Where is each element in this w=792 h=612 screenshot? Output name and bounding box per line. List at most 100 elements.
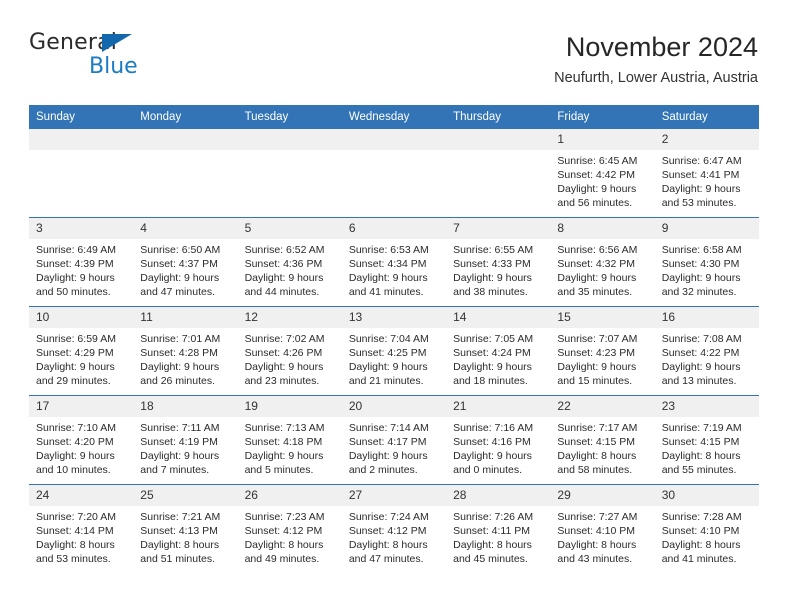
day-details: Sunrise: 7:07 AM Sunset: 4:23 PM Daylight:… [550, 328, 654, 388]
daylight-text-line1: Daylight: 8 hours [140, 539, 220, 552]
calendar-day-cell[interactable]: 5 Sunrise: 6:52 AM Sunset: 4:36 PM Daylight… [237, 217, 342, 307]
calendar-day-cell[interactable]: 3 Sunrise: 6:49 AM Sunset: 4:39 PM Daylight… [29, 217, 134, 307]
daylight-text-line2: and 41 minutes. [348, 286, 424, 299]
sunset-text: Sunset: 4:33 PM [453, 258, 531, 271]
calendar-day-cell[interactable]: 29 Sunrise: 7:27 AM Sunset: 4:10 PM Dayligh… [550, 484, 655, 573]
daylight-text-line2: and 7 minutes. [140, 464, 210, 477]
daylight-text-line1: Daylight: 8 hours [661, 450, 741, 463]
calendar-day-cell[interactable]: 23 Sunrise: 7:19 AM Sunset: 4:15 PM Dayligh… [654, 395, 759, 485]
day-cell-inner: 28 Sunrise: 7:26 AM Sunset: 4:11 PM Dayligh… [446, 485, 551, 573]
sunset-text: Sunset: 4:19 PM [140, 436, 218, 449]
calendar-day-cell[interactable]: 21 Sunrise: 7:16 AM Sunset: 4:16 PM Dayligh… [446, 395, 551, 485]
daylight-text-line2: and 53 minutes. [36, 553, 111, 566]
day-details: Sunrise: 7:20 AM Sunset: 4:14 PM Daylight:… [29, 506, 133, 566]
calendar-day-cell[interactable]: 20 Sunrise: 7:14 AM Sunset: 4:17 PM Dayligh… [341, 395, 447, 485]
calendar-day-cell[interactable]: 8 Sunrise: 6:56 AM Sunset: 4:32 PM Daylight… [550, 217, 655, 307]
daylight-text-line1: Daylight: 9 hours [557, 272, 637, 285]
day-cell-inner: 6 Sunrise: 6:53 AM Sunset: 4:34 PM Daylight… [341, 218, 447, 306]
calendar-page: General Blue November 2024 Neufurth, Low… [0, 0, 792, 612]
day-details: Sunrise: 6:47 AM Sunset: 4:41 PM Daylight:… [655, 150, 759, 210]
day-number [341, 129, 447, 150]
day-number: 18 [133, 396, 238, 417]
calendar-day-cell[interactable]: 30 Sunrise: 7:28 AM Sunset: 4:10 PM Dayligh… [654, 484, 759, 573]
sunrise-text: Sunrise: 6:56 AM [557, 244, 638, 256]
sunrise-text: Sunrise: 7:23 AM [244, 511, 325, 523]
calendar-day-cell[interactable]: 24 Sunrise: 7:20 AM Sunset: 4:14 PM Dayligh… [29, 484, 134, 573]
calendar-day-cell[interactable]: 13 Sunrise: 7:04 AM Sunset: 4:25 PM Dayligh… [341, 306, 447, 396]
day-cell-inner: 29 Sunrise: 7:27 AM Sunset: 4:10 PM Dayligh… [550, 485, 655, 573]
calendar-day-cell[interactable]: 15 Sunrise: 7:07 AM Sunset: 4:23 PM Dayligh… [550, 306, 655, 396]
day-details: Sunrise: 6:50 AM Sunset: 4:37 PM Daylight:… [133, 239, 237, 299]
sunrise-sunset-calendar: Sunday Monday Tuesday Wednesday Thursday Frid… [29, 105, 759, 573]
weekday-header-monday: Monday [133, 105, 238, 129]
daylight-text-line1: Daylight: 9 hours [661, 361, 741, 374]
day-cell-inner: 14 Sunrise: 7:05 AM Sunset: 4:24 PM Dayligh… [446, 307, 551, 395]
day-number: 11 [133, 307, 238, 328]
calendar-day-cell[interactable]: 7 Sunrise: 6:55 AM Sunset: 4:33 PM Daylight… [446, 217, 551, 307]
daylight-text-line2: and 45 minutes. [453, 553, 528, 566]
calendar-day-cell[interactable]: 2 Sunrise: 6:47 AM Sunset: 4:41 PM Daylight… [654, 129, 759, 218]
calendar-day-cell[interactable]: 22 Sunrise: 7:17 AM Sunset: 4:15 PM Dayligh… [550, 395, 655, 485]
calendar-day-cell[interactable]: 10 Sunrise: 6:59 AM Sunset: 4:29 PM Dayligh… [29, 306, 134, 396]
calendar-day-cell[interactable]: 1 Sunrise: 6:45 AM Sunset: 4:42 PM Daylight… [550, 129, 655, 218]
day-number: 8 [550, 218, 655, 239]
calendar-day-cell-empty [237, 129, 342, 218]
day-number: 13 [341, 307, 447, 328]
day-cell-inner: 1 Sunrise: 6:45 AM Sunset: 4:42 PM Daylight… [550, 129, 655, 217]
sunrise-text: Sunrise: 7:27 AM [557, 511, 638, 523]
day-details: Sunrise: 7:01 AM Sunset: 4:28 PM Daylight:… [133, 328, 237, 388]
daylight-text-line1: Daylight: 9 hours [348, 450, 428, 463]
calendar-day-cell[interactable]: 14 Sunrise: 7:05 AM Sunset: 4:24 PM Dayligh… [446, 306, 551, 396]
weekday-header-friday: Friday [550, 105, 655, 129]
day-details: Sunrise: 7:21 AM Sunset: 4:13 PM Daylight:… [133, 506, 237, 566]
day-number: 30 [654, 485, 759, 506]
day-number: 5 [237, 218, 342, 239]
sunset-text: Sunset: 4:11 PM [453, 525, 530, 538]
calendar-day-cell[interactable]: 26 Sunrise: 7:23 AM Sunset: 4:12 PM Dayligh… [237, 484, 342, 573]
calendar-day-cell[interactable]: 4 Sunrise: 6:50 AM Sunset: 4:37 PM Daylight… [133, 217, 238, 307]
calendar-day-cell-empty [133, 129, 238, 218]
calendar-day-cell[interactable]: 12 Sunrise: 7:02 AM Sunset: 4:26 PM Dayligh… [237, 306, 342, 396]
day-cell-inner: 19 Sunrise: 7:13 AM Sunset: 4:18 PM Dayligh… [237, 396, 342, 484]
logo-text-blue: Blue [89, 54, 138, 79]
sunset-text: Sunset: 4:14 PM [36, 525, 114, 538]
day-cell-inner: 30 Sunrise: 7:28 AM Sunset: 4:10 PM Dayligh… [654, 485, 759, 573]
day-details: Sunrise: 6:58 AM Sunset: 4:30 PM Daylight:… [655, 239, 759, 299]
day-number: 22 [550, 396, 655, 417]
day-cell-inner: 8 Sunrise: 6:56 AM Sunset: 4:32 PM Daylight… [550, 218, 655, 306]
sunset-text: Sunset: 4:18 PM [244, 436, 323, 449]
weekday-header-thursday: Thursday [446, 105, 551, 129]
daylight-text-line1: Daylight: 9 hours [244, 272, 324, 285]
calendar-day-cell[interactable]: 28 Sunrise: 7:26 AM Sunset: 4:11 PM Dayligh… [446, 484, 551, 573]
calendar-day-cell[interactable]: 25 Sunrise: 7:21 AM Sunset: 4:13 PM Dayligh… [133, 484, 238, 573]
sunset-text: Sunset: 4:26 PM [244, 347, 323, 360]
sunset-text: Sunset: 4:39 PM [36, 258, 114, 271]
day-cell-inner: 3 Sunrise: 6:49 AM Sunset: 4:39 PM Daylight… [29, 218, 134, 306]
calendar-day-cell[interactable]: 18 Sunrise: 7:11 AM Sunset: 4:19 PM Dayligh… [133, 395, 238, 485]
calendar-week-row: 24 Sunrise: 7:20 AM Sunset: 4:14 PM Dayligh… [29, 484, 759, 573]
calendar-day-cell[interactable]: 19 Sunrise: 7:13 AM Sunset: 4:18 PM Dayligh… [237, 395, 342, 485]
day-details: Sunrise: 7:17 AM Sunset: 4:15 PM Daylight:… [550, 417, 654, 477]
calendar-day-cell[interactable]: 16 Sunrise: 7:08 AM Sunset: 4:22 PM Dayligh… [654, 306, 759, 396]
daylight-text-line1: Daylight: 8 hours [453, 539, 532, 552]
day-details: Sunrise: 7:19 AM Sunset: 4:15 PM Daylight:… [655, 417, 759, 477]
daylight-text-line1: Daylight: 8 hours [557, 539, 637, 552]
day-cell-inner [341, 129, 447, 217]
day-cell-inner: 4 Sunrise: 6:50 AM Sunset: 4:37 PM Daylight… [133, 218, 238, 306]
sunrise-text: Sunrise: 7:11 AM [140, 422, 220, 434]
day-details: Sunrise: 7:28 AM Sunset: 4:10 PM Daylight:… [655, 506, 759, 566]
calendar-day-cell[interactable]: 27 Sunrise: 7:24 AM Sunset: 4:12 PM Dayligh… [341, 484, 447, 573]
day-cell-inner: 12 Sunrise: 7:02 AM Sunset: 4:26 PM Dayligh… [237, 307, 342, 395]
day-details: Sunrise: 6:45 AM Sunset: 4:42 PM Daylight:… [550, 150, 654, 210]
sunset-text: Sunset: 4:12 PM [244, 525, 323, 538]
sunrise-text: Sunrise: 6:49 AM [36, 244, 116, 256]
calendar-day-cell[interactable]: 11 Sunrise: 7:01 AM Sunset: 4:28 PM Dayligh… [133, 306, 238, 396]
calendar-day-cell[interactable]: 17 Sunrise: 7:10 AM Sunset: 4:20 PM Dayligh… [29, 395, 134, 485]
daylight-text-line2: and 35 minutes. [557, 286, 633, 299]
day-details: Sunrise: 7:16 AM Sunset: 4:16 PM Daylight:… [446, 417, 550, 477]
day-number: 15 [550, 307, 655, 328]
day-cell-inner: 27 Sunrise: 7:24 AM Sunset: 4:12 PM Dayligh… [341, 485, 447, 573]
day-number: 24 [29, 485, 134, 506]
calendar-day-cell[interactable]: 9 Sunrise: 6:58 AM Sunset: 4:30 PM Daylight… [654, 217, 759, 307]
calendar-day-cell[interactable]: 6 Sunrise: 6:53 AM Sunset: 4:34 PM Daylight… [341, 217, 447, 307]
